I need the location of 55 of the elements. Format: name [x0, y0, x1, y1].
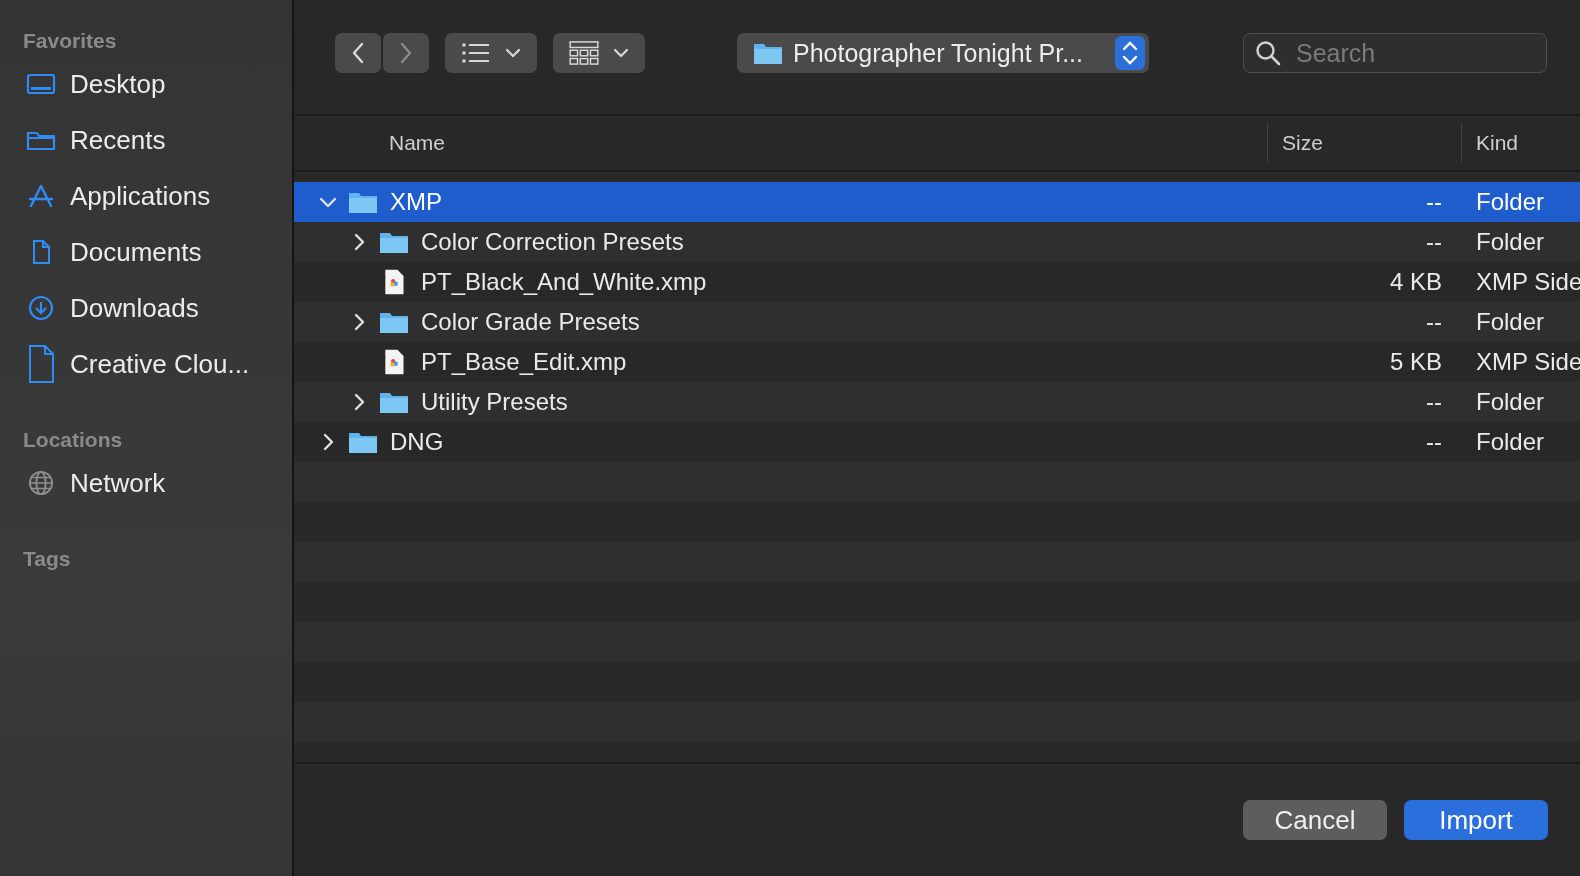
sidebar-item[interactable]: Recents [70, 124, 166, 156]
file-name: Utility Presets [421, 388, 568, 416]
column-header[interactable]: Kind [1462, 124, 1580, 162]
sidebar-heading: Locations [22, 427, 124, 453]
stepper-icon [1115, 36, 1145, 70]
kind-cell-text: Folder [1475, 228, 1546, 256]
file-row[interactable]: XMP -- Folder [294, 182, 1580, 222]
file-name: DNG [390, 428, 444, 456]
list-icon [461, 41, 491, 65]
path-popup[interactable]: Photographer Tonight Pr... [737, 33, 1149, 73]
grid-icon [569, 41, 599, 65]
kind-cell-text: Folder [1475, 388, 1546, 416]
size-cell-text: -- [1425, 308, 1442, 336]
apps-icon [26, 183, 56, 209]
sidebar-heading: Tags [22, 546, 72, 572]
globe-icon [26, 470, 56, 496]
file-name: PT_Black_And_White.xmp [421, 268, 707, 296]
file-name: PT_Base_Edit.xmp [421, 348, 627, 376]
sidebar-item[interactable]: Applications [70, 180, 211, 212]
sidebar-item[interactable]: Documents [70, 236, 202, 268]
column-header[interactable]: Size [1268, 124, 1462, 162]
desktop-icon [26, 71, 56, 97]
size-cell-text: -- [1425, 388, 1442, 416]
file-icon [26, 345, 56, 383]
caret-icon [505, 48, 521, 58]
search-icon [1255, 40, 1281, 66]
sidebar-item[interactable]: Network [70, 467, 166, 499]
kind-cell-text: Folder [1475, 188, 1546, 216]
sidebar-item[interactable]: Desktop [70, 68, 166, 100]
search-field[interactable]: Search [1243, 33, 1547, 73]
list-view-button[interactable] [445, 33, 537, 73]
file-name: Color Correction Presets [421, 228, 684, 256]
file-name: XMP [390, 188, 442, 216]
kind-cell-text: Folder [1475, 308, 1546, 336]
sidebar-heading: Favorites [22, 28, 118, 54]
size-cell-text: 4 KB [1388, 268, 1442, 296]
sidebar-item[interactable]: Downloads [70, 292, 199, 324]
grid-view-button[interactable] [553, 33, 645, 73]
back-button[interactable] [335, 33, 381, 73]
cancel-button[interactable]: Cancel [1243, 800, 1387, 840]
folder-icon [753, 41, 783, 65]
caret-icon [613, 48, 629, 58]
download-icon [26, 295, 56, 321]
size-cell-text: -- [1425, 428, 1442, 456]
size-cell-text: 5 KB [1388, 348, 1442, 376]
sidebar-item[interactable]: Creative Clou... [70, 348, 250, 380]
file-name: Color Grade Presets [421, 308, 640, 336]
size-cell-text: -- [1425, 228, 1442, 256]
size-cell-text: -- [1425, 188, 1442, 216]
chevron-right-icon [399, 41, 413, 65]
kind-cell-text: Folder [1475, 428, 1546, 456]
column-header[interactable]: Name [294, 124, 1268, 162]
chevron-left-icon [351, 41, 365, 65]
import-button[interactable]: Import [1404, 800, 1548, 840]
forward-button[interactable] [383, 33, 429, 73]
